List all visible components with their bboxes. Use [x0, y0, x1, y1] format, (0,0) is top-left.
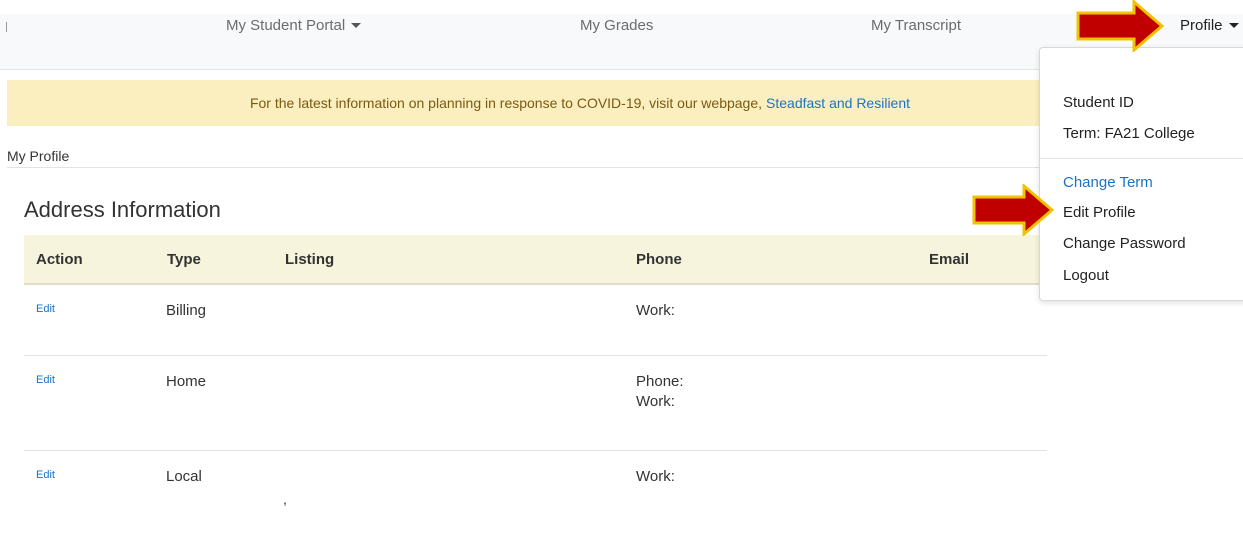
- nav-portal-label: My Student Portal: [226, 17, 346, 34]
- phone-line: Work:: [636, 468, 675, 485]
- column-header-action: Action: [36, 251, 83, 268]
- nav-profile-label: Profile: [1180, 17, 1223, 34]
- column-header-email: Email: [929, 251, 970, 268]
- column-header-phone: Phone: [636, 251, 682, 268]
- phone-cell: Work:: [636, 301, 675, 321]
- address-table: Action Type Listing Phone Email Edit Bil…: [24, 235, 1047, 521]
- chevron-down-icon: [1228, 23, 1239, 28]
- phone-line: Work:: [636, 393, 675, 410]
- phone-line: Phone:: [636, 373, 684, 390]
- logout-item[interactable]: Logout: [1063, 267, 1109, 284]
- edit-local-link[interactable]: Edit: [36, 465, 55, 485]
- chevron-down-icon: [351, 23, 362, 28]
- edit-billing-link[interactable]: Edit: [36, 299, 55, 319]
- nav-my-grades[interactable]: My Grades: [580, 17, 653, 34]
- current-term-item: Term: FA21 College: [1063, 125, 1195, 142]
- phone-cell: Phone: Work:: [636, 372, 684, 412]
- address-type: Local: [166, 468, 202, 485]
- nav-my-transcript[interactable]: My Transcript: [871, 17, 961, 34]
- change-term-item[interactable]: Change Term: [1063, 174, 1153, 191]
- divider: [7, 167, 1047, 168]
- nav-profile-dropdown[interactable]: Profile: [1180, 17, 1239, 34]
- phone-cell: Work:: [636, 467, 675, 487]
- column-header-listing: Listing: [285, 251, 335, 268]
- nav-my-student-portal[interactable]: My Student Portal: [226, 17, 362, 34]
- column-header-type: Type: [167, 251, 201, 268]
- student-id-item: Student ID: [1063, 94, 1134, 111]
- table-header-row: Action Type Listing Phone Email: [24, 235, 1047, 285]
- phone-line: Work:: [636, 302, 675, 319]
- edit-profile-item[interactable]: Edit Profile: [1063, 204, 1136, 221]
- change-password-item[interactable]: Change Password: [1063, 235, 1186, 252]
- address-type: Billing: [166, 302, 207, 319]
- profile-dropdown-menu: Student ID Term: FA21 College Change Ter…: [1039, 47, 1243, 301]
- table-row: Edit Home Phone: Work:: [24, 356, 1047, 451]
- menu-divider: [1040, 158, 1243, 159]
- edit-home-link[interactable]: Edit: [36, 370, 55, 390]
- banner-text: For the latest information on planning i…: [249, 95, 763, 111]
- page-title: My Profile: [7, 148, 70, 164]
- address-type: Home: [166, 373, 207, 390]
- table-row: Edit Local , Work:: [24, 451, 1047, 521]
- steadfast-resilient-link[interactable]: Steadfast and Resilient: [766, 95, 910, 111]
- annotation-arrow-icon: [1076, 0, 1165, 52]
- table-row: Edit Billing Work:: [24, 285, 1047, 356]
- annotation-arrow-icon: [972, 184, 1055, 236]
- listing-cell: ,: [283, 491, 287, 507]
- section-title: Address Information: [24, 197, 221, 222]
- nav-edge-mark: [6, 22, 7, 32]
